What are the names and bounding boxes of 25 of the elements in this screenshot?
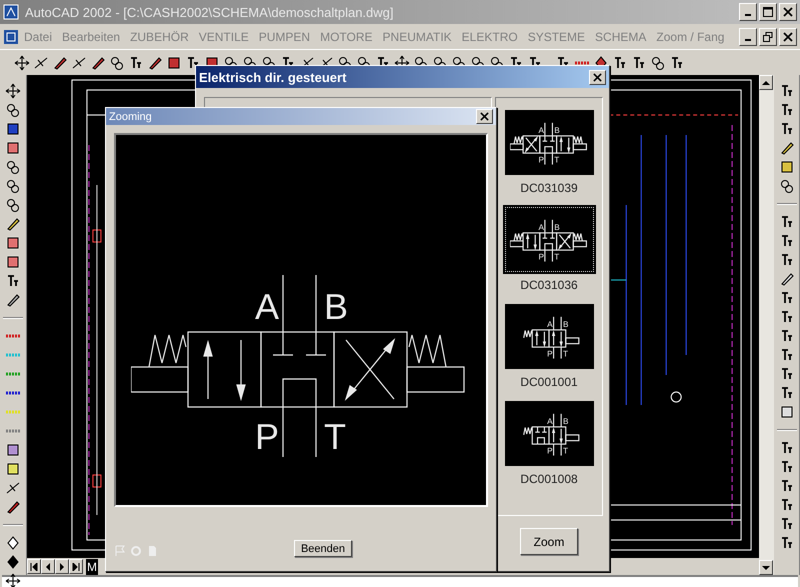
menu-item[interactable]: VENTILE (194, 28, 254, 46)
menu-item[interactable]: SYSTEME (522, 28, 590, 46)
dialog-title: Elektrisch dir. gesteuert (199, 70, 348, 84)
thumbnail-label: DC001001 (520, 375, 578, 389)
port-label: T (324, 416, 346, 457)
menu-item[interactable]: Zoom / Fang (651, 28, 730, 46)
window-title: AutoCAD 2002 - [C:\CASH2002\SCHEMA\demoschaltplan.dwg] (25, 4, 395, 20)
port-label: B (324, 286, 348, 327)
menu-item[interactable]: ZUBEHÖR (125, 28, 194, 46)
thumbnail-label: DC031036 (520, 278, 578, 292)
zoom-button[interactable]: Zoom (520, 528, 578, 555)
menu-item[interactable]: PNEUMATIK (378, 28, 457, 46)
port-label: P (255, 416, 280, 457)
menu-item[interactable]: MOTORE (315, 28, 378, 46)
menu-item[interactable]: SCHEMA (590, 28, 652, 46)
menu-item[interactable]: PUMPEN (254, 28, 316, 46)
thumbnail-label: DC031039 (520, 181, 578, 195)
port-label: A (255, 286, 280, 327)
menu-item[interactable]: Datei (19, 28, 58, 46)
menu-item[interactable]: Bearbeiten (57, 28, 126, 46)
exit-button[interactable]: Beenden (294, 540, 352, 557)
layout-tab[interactable]: M (86, 558, 98, 574)
thumbnail-label: DC001008 (520, 472, 578, 486)
dialog-title: Zooming (109, 110, 153, 122)
menu-item[interactable]: ELEKTRO (456, 28, 523, 46)
